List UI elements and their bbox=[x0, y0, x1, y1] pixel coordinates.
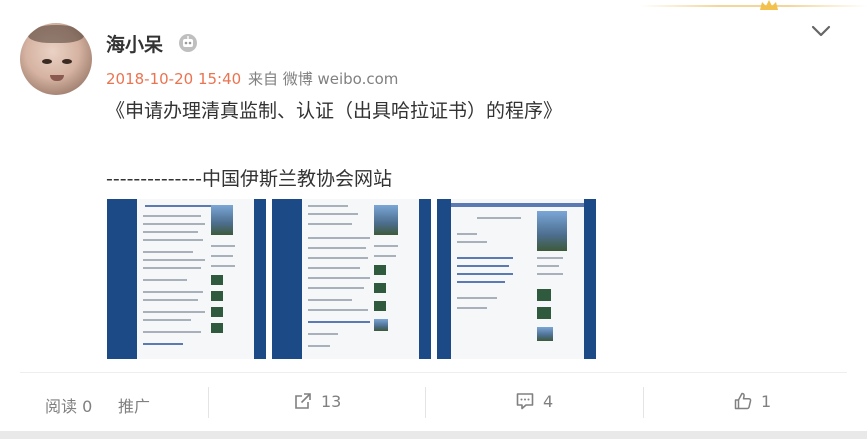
crown-icon bbox=[760, 0, 778, 10]
post-source[interactable]: 来自 微博 weibo.com bbox=[248, 70, 398, 88]
post-text: 《申请办理清真监制、认证（出具哈拉证书）的程序》 --------------中… bbox=[106, 98, 826, 192]
post-action-bar: 阅读 0 推广 13 4 1 bbox=[0, 373, 867, 431]
like-button[interactable]: 1 bbox=[733, 389, 793, 415]
post-image-thumbnail[interactable] bbox=[437, 199, 596, 359]
robot-badge-icon[interactable] bbox=[178, 33, 198, 53]
action-separator bbox=[643, 387, 644, 418]
top-accent-bar bbox=[640, 0, 867, 12]
post-timestamp[interactable]: 2018-10-20 15:40 bbox=[106, 70, 241, 88]
thumbs-up-icon bbox=[734, 392, 752, 410]
chevron-down-icon[interactable] bbox=[808, 20, 834, 42]
comment-button[interactable]: 4 bbox=[515, 389, 575, 415]
like-count: 1 bbox=[761, 392, 772, 411]
read-count: 阅读 0 bbox=[45, 397, 93, 416]
post-text-line: --------------中国伊斯兰教协会网站 bbox=[106, 168, 392, 190]
feed-gap bbox=[0, 431, 867, 439]
comment-count: 4 bbox=[543, 392, 554, 411]
username[interactable]: 海小呆 bbox=[106, 30, 163, 57]
promote-button[interactable]: 推广 bbox=[118, 393, 150, 417]
avatar[interactable] bbox=[20, 23, 92, 95]
share-count: 13 bbox=[321, 392, 342, 411]
action-separator bbox=[208, 387, 209, 418]
share-button[interactable]: 13 bbox=[293, 389, 363, 415]
post-meta: 2018-10-20 15:40 来自 微博 weibo.com bbox=[106, 68, 398, 89]
post-image-thumbnail[interactable] bbox=[272, 199, 431, 359]
action-separator bbox=[425, 387, 426, 418]
share-icon bbox=[295, 393, 311, 409]
post-text-line: 《申请办理清真监制、认证（出具哈拉证书）的程序》 bbox=[106, 100, 563, 122]
post-image-thumbnail[interactable] bbox=[107, 199, 266, 359]
comment-icon bbox=[516, 393, 534, 410]
